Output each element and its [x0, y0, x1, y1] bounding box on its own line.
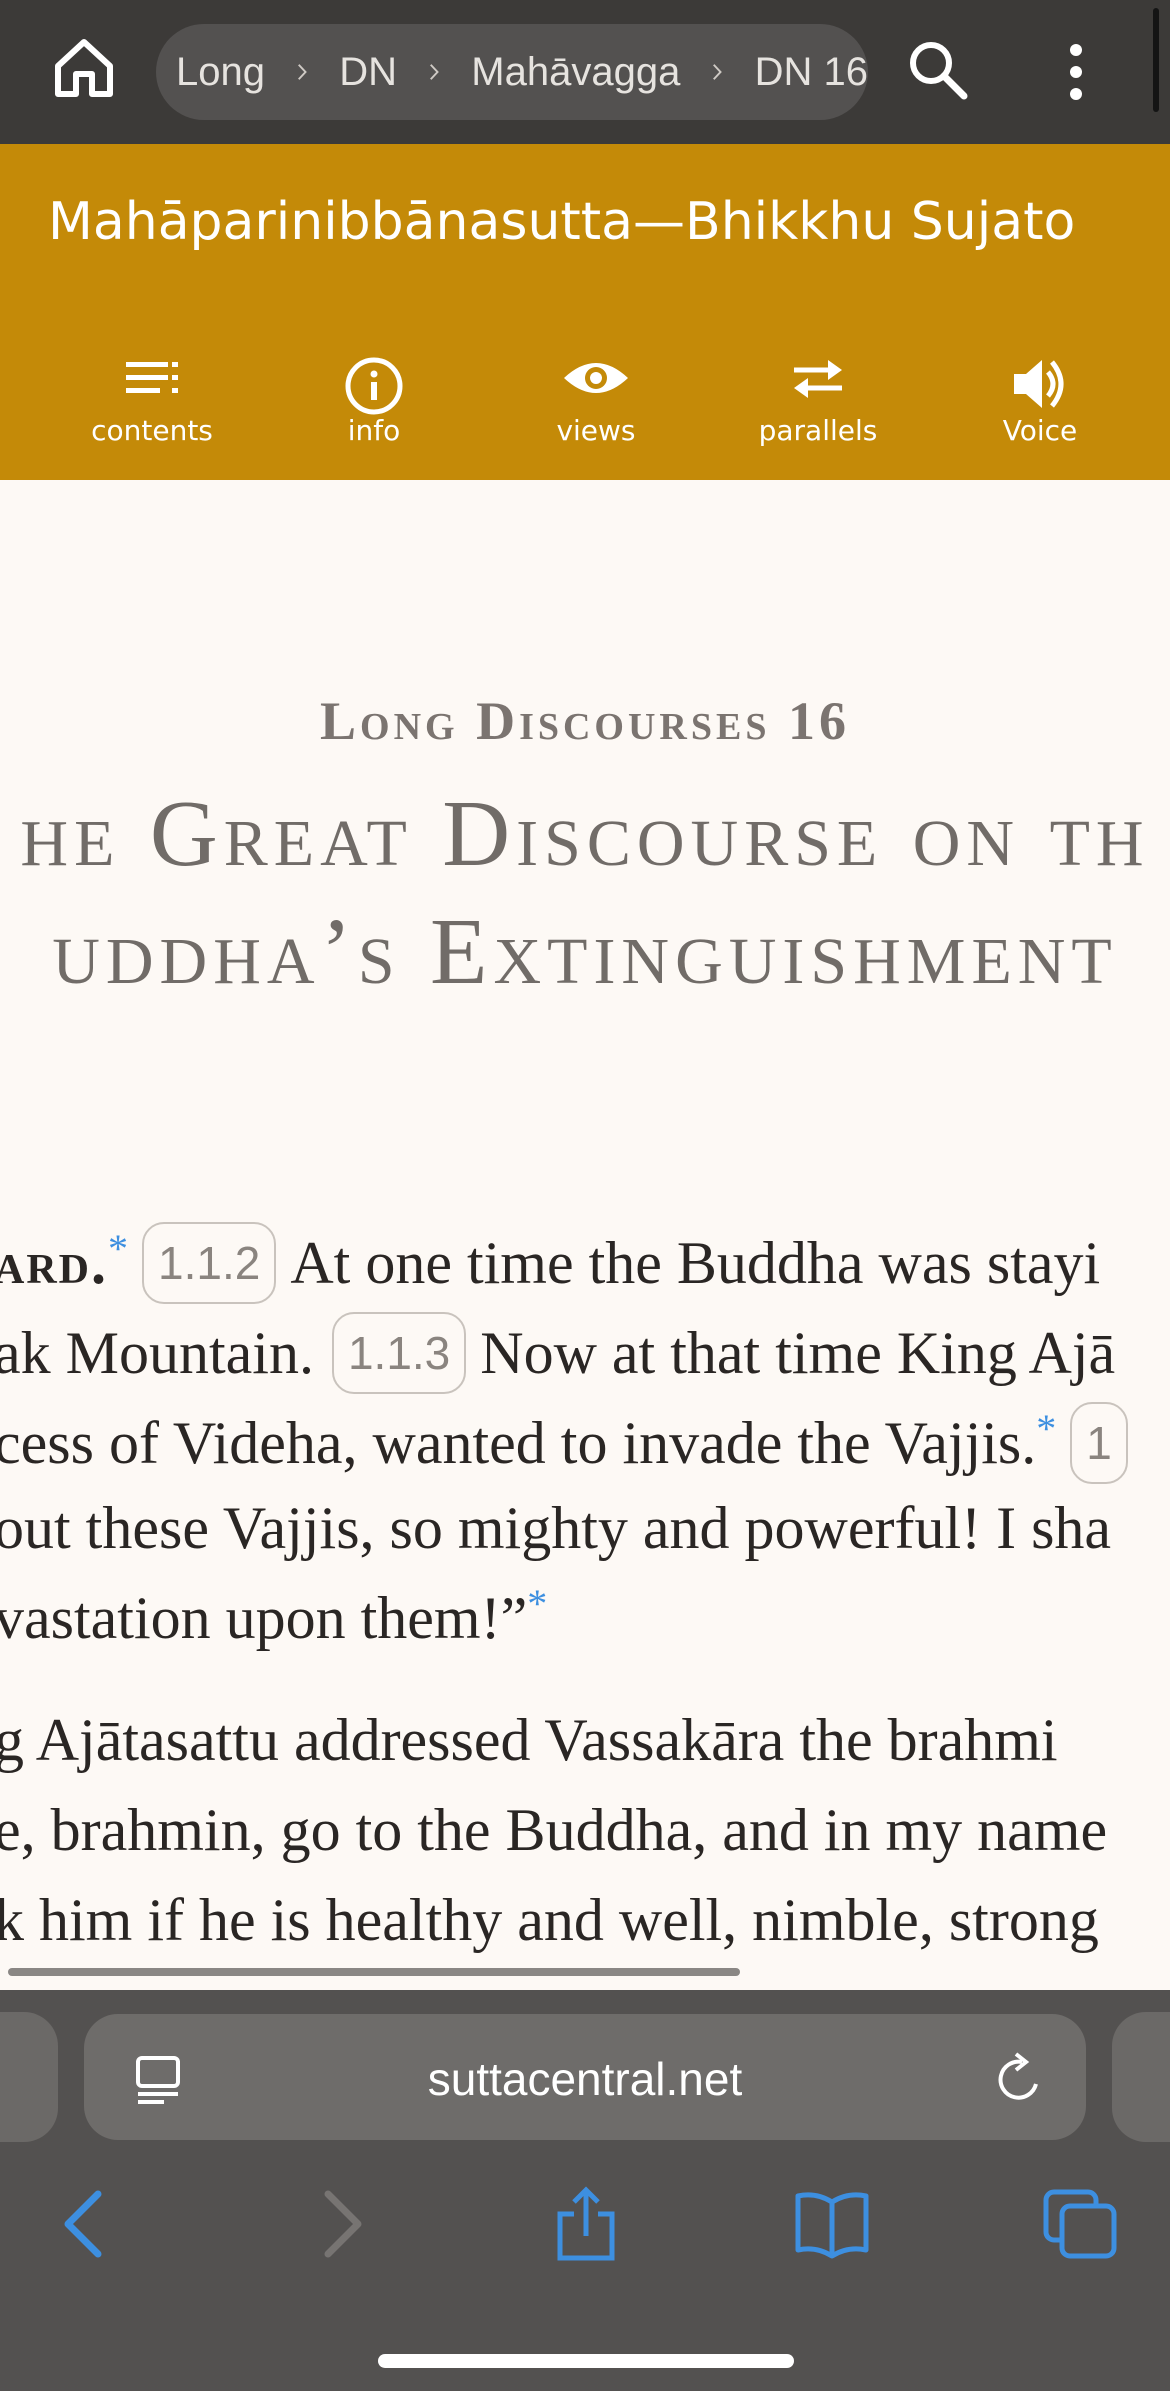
text-line: cess of Videha, wanted to invade the Vaj…: [0, 1402, 1142, 1490]
share-icon[interactable]: [546, 2186, 626, 2262]
segment-ref[interactable]: 1.1.2: [142, 1222, 277, 1304]
text-fragment: e, brahmin, go to the Buddha, and in my …: [0, 1797, 1108, 1863]
url-text: suttacentral.net: [427, 2053, 743, 2105]
forward-icon: [324, 2190, 362, 2258]
text-line: ak Mountain. 1.1.3 Now at that time King A…: [0, 1312, 1116, 1400]
breadcrumb-item-dn16[interactable]: DN 16: [755, 50, 868, 95]
speaker-icon: [1014, 360, 1064, 408]
eye-icon: [564, 363, 628, 393]
parallels-icon: [794, 360, 842, 398]
page-title-line-1: he Great Discourse on th: [20, 782, 1150, 886]
chevron-right-icon: [430, 64, 439, 80]
app-top-bar: Long DN Mahāvagga DN 16: [0, 0, 1170, 144]
contents-button[interactable]: contents: [62, 356, 242, 476]
text-line: k him if he is healthy and well, nimble,…: [0, 1890, 1099, 1950]
text-fragment: cess of Videha, wanted to invade the Vaj…: [0, 1409, 1037, 1476]
previous-tab-peek[interactable]: [0, 2012, 58, 2142]
note-marker[interactable]: *: [108, 1226, 128, 1271]
parallels-label: parallels: [758, 414, 878, 447]
text-line: vastation upon them!”*: [0, 1584, 547, 1651]
breadcrumb-item-long[interactable]: Long: [176, 50, 265, 95]
text-fragment: Now at that time King Ajā: [480, 1319, 1116, 1386]
tabs-icon[interactable]: [1040, 2186, 1120, 2262]
text-line: ard.* 1.1.2 At one time the Buddha was sta…: [0, 1222, 1101, 1310]
text-line: out these Vajjis, so mighty and powerful…: [0, 1498, 1111, 1558]
parallels-button[interactable]: parallels: [728, 356, 908, 476]
contents-label: contents: [91, 414, 213, 447]
home-indicator[interactable]: [378, 2354, 794, 2368]
breadcrumb-item-dn[interactable]: DN: [339, 50, 397, 95]
more-options-icon[interactable]: [1050, 36, 1102, 108]
sutta-title: Mahāparinibbānasutta—Bhikkhu Sujato: [48, 192, 1076, 252]
note-marker[interactable]: *: [527, 1581, 547, 1626]
contents-icon: [126, 362, 178, 393]
text-fragment: At one time the Buddha was stayi: [290, 1229, 1101, 1296]
text-fragment: out these Vajjis, so mighty and powerful…: [0, 1495, 1112, 1561]
chevron-right-icon: [298, 64, 307, 80]
address-bar[interactable]: suttacentral.net: [84, 2014, 1086, 2140]
note-marker[interactable]: *: [1036, 1406, 1056, 1451]
home-icon[interactable]: [50, 34, 118, 102]
segment-ref[interactable]: 1.1.3: [331, 1312, 467, 1394]
info-button[interactable]: info: [284, 356, 464, 476]
sutta-content: Long Discourses 16 he Great Discourse on…: [0, 480, 1170, 1990]
text-line: e, brahmin, go to the Buddha, and in my …: [0, 1800, 1107, 1860]
info-label: info: [347, 414, 401, 447]
collection-heading: Long Discourses 16: [320, 691, 850, 751]
text-fragment: ard.: [0, 1229, 108, 1296]
text-fragment: g Ajātasattu addressed Vassakāra the bra…: [0, 1707, 1058, 1773]
browser-toolbar: suttacentral.net: [0, 1990, 1170, 2391]
text-line: g Ajātasattu addressed Vassakāra the bra…: [0, 1710, 1058, 1770]
back-icon[interactable]: [46, 2186, 126, 2262]
breadcrumb: Long DN Mahāvagga DN 16: [156, 24, 868, 120]
page-title-line-2: uddha’s Extinguishment: [52, 900, 1118, 1004]
segment-ref[interactable]: 1: [1070, 1402, 1128, 1484]
views-button[interactable]: views: [506, 356, 686, 476]
info-icon: [345, 357, 403, 415]
bookmarks-icon[interactable]: [792, 2186, 872, 2262]
text-fragment: k him if he is healthy and well, nimble,…: [0, 1887, 1099, 1953]
sutta-header: Mahāparinibbānasutta—Bhikkhu Sujato cont…: [0, 144, 1170, 480]
text-fragment: vastation upon them!”: [0, 1585, 528, 1651]
breadcrumb-item-mahavagga[interactable]: Mahāvagga: [471, 50, 680, 95]
next-tab-peek[interactable]: [1112, 2012, 1170, 2142]
horizontal-scrollbar[interactable]: [8, 1968, 740, 1976]
chevron-right-icon: [713, 64, 723, 80]
voice-button[interactable]: Voice: [950, 356, 1130, 476]
views-label: views: [556, 414, 636, 447]
scroll-indicator: [1153, 8, 1159, 112]
search-icon[interactable]: [904, 36, 972, 104]
voice-label: Voice: [1002, 414, 1078, 447]
text-fragment: ak Mountain.: [0, 1319, 314, 1386]
reload-icon[interactable]: [992, 2050, 1046, 2108]
